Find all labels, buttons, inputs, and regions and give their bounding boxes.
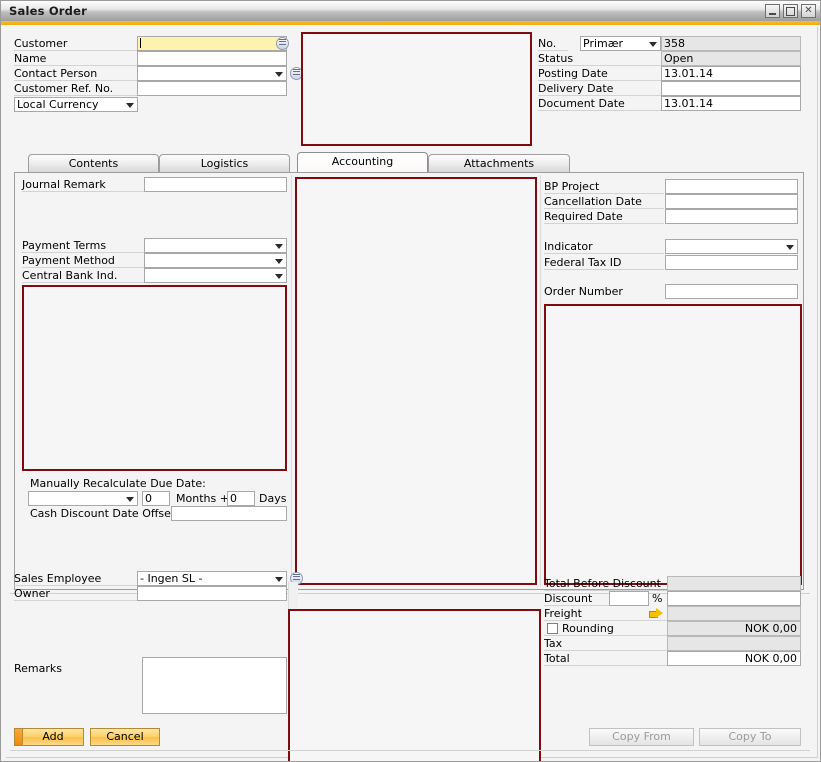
sales-order-window: Sales Order ✕ Customer Name Contact Pers… — [0, 0, 821, 762]
cancellation-date-input[interactable] — [665, 194, 798, 209]
name-input[interactable] — [137, 51, 287, 66]
customer-ref-no-input[interactable] — [137, 81, 287, 96]
label-status: Status — [538, 51, 661, 66]
label-indicator: Indicator — [544, 239, 664, 254]
label-days: Days — [259, 492, 287, 505]
indicator-combo[interactable] — [665, 239, 798, 254]
payment-terms-combo[interactable] — [144, 238, 287, 253]
accounting-left-content-region — [22, 285, 287, 471]
recalculate-days-input[interactable]: 0 — [227, 491, 255, 506]
window-title: Sales Order — [9, 4, 87, 18]
document-no-value: 358 — [661, 36, 801, 51]
label-months: Months + — [176, 492, 229, 505]
local-currency-combo[interactable]: Local Currency — [14, 97, 138, 112]
tab-strip: Contents Logistics Accounting Attachment… — [14, 152, 804, 172]
add-button[interactable]: Add — [14, 728, 84, 746]
label-customer: Customer — [14, 36, 139, 51]
label-total: Total — [544, 651, 667, 666]
tab-attachments[interactable]: Attachments — [428, 154, 570, 172]
label-rounding: Rounding — [562, 622, 614, 635]
payment-method-combo[interactable] — [144, 253, 287, 268]
tab-logistics[interactable]: Logistics — [159, 154, 290, 172]
label-discount: Discount — [544, 591, 609, 606]
required-date-input[interactable] — [665, 209, 798, 224]
owner-input[interactable] — [137, 586, 287, 601]
customer-link-icon[interactable] — [276, 37, 289, 50]
label-central-bank-ind: Central Bank Ind. — [22, 268, 145, 283]
cash-discount-offset-input[interactable] — [171, 506, 287, 521]
footer-center-content-region — [288, 609, 541, 761]
freight-drilldown-arrow-icon[interactable] — [649, 608, 663, 619]
label-owner: Owner — [14, 586, 137, 601]
tax-value — [667, 636, 801, 651]
label-delivery-date: Delivery Date — [538, 81, 661, 96]
label-remarks: Remarks — [14, 662, 62, 675]
panel-divider-right — [540, 175, 541, 587]
panel-divider-left — [291, 175, 292, 587]
label-payment-method: Payment Method — [22, 253, 145, 268]
label-discount-percent-sign: % — [652, 592, 663, 605]
form-inner: Customer Name Contact Person Customer Re… — [6, 27, 818, 761]
label-cash-discount-offset: Cash Discount Date Offset: — [30, 507, 179, 520]
cancel-button[interactable]: Cancel — [90, 728, 160, 746]
numbering-series-combo[interactable]: Primær — [580, 36, 661, 51]
contact-person-combo[interactable] — [137, 66, 287, 81]
label-required-date: Required Date — [544, 209, 664, 224]
label-payment-terms: Payment Terms — [22, 238, 145, 253]
label-order-number: Order Number — [544, 285, 623, 298]
tab-contents[interactable]: Contents — [28, 154, 159, 172]
label-no: No. — [538, 36, 568, 51]
accounting-right-content-region — [544, 304, 802, 585]
bottom-divider — [10, 750, 810, 751]
copy-from-button[interactable]: Copy From — [589, 728, 694, 746]
accounting-center-content-region — [295, 177, 537, 585]
tab-accounting[interactable]: Accounting — [297, 152, 428, 172]
maximize-icon[interactable] — [783, 4, 798, 18]
close-icon[interactable]: ✕ — [801, 4, 816, 18]
delivery-date-input[interactable] — [661, 81, 801, 96]
freight-value — [667, 606, 801, 621]
total-before-discount-value — [667, 576, 801, 591]
label-customer-ref-no: Customer Ref. No. — [14, 81, 139, 96]
total-value: NOK 0,00 — [667, 651, 801, 666]
label-cancellation-date: Cancellation Date — [544, 194, 664, 209]
rounding-checkbox[interactable] — [547, 623, 558, 634]
header-content-region — [301, 32, 532, 146]
rounding-value: NOK 0,00 — [667, 621, 801, 636]
label-contact-person: Contact Person — [14, 66, 139, 81]
federal-tax-id-input[interactable] — [665, 255, 798, 270]
minimize-icon[interactable] — [765, 4, 780, 18]
window-titlebar[interactable]: Sales Order ✕ — [1, 1, 820, 21]
document-date-input[interactable]: 13.01.14 — [661, 96, 801, 111]
label-federal-tax-id: Federal Tax ID — [544, 255, 664, 270]
label-journal-remark: Journal Remark — [22, 177, 145, 192]
label-recalculate-due-date: Manually Recalculate Due Date: — [30, 477, 206, 490]
discount-amount-value[interactable] — [667, 591, 801, 606]
label-posting-date: Posting Date — [538, 66, 661, 81]
label-total-before-discount: Total Before Discount — [544, 576, 667, 591]
posting-date-input[interactable]: 13.01.14 — [661, 66, 801, 81]
recalculate-months-input[interactable]: 0 — [142, 491, 170, 506]
central-bank-ind-combo[interactable] — [144, 268, 287, 283]
copy-to-button[interactable]: Copy To — [699, 728, 801, 746]
discount-percent-input[interactable] — [609, 591, 649, 606]
label-document-date: Document Date — [538, 96, 661, 111]
bp-project-input[interactable] — [665, 179, 798, 194]
form-canvas: Customer Name Contact Person Customer Re… — [1, 25, 820, 761]
remarks-textarea[interactable] — [142, 657, 287, 714]
label-sales-employee: Sales Employee — [14, 571, 137, 586]
label-tax: Tax — [544, 636, 667, 651]
label-name: Name — [14, 51, 139, 66]
status-value: Open — [661, 51, 801, 66]
window-controls: ✕ — [765, 4, 816, 18]
customer-input[interactable] — [137, 36, 287, 51]
sales-employee-combo[interactable]: - Ingen SL - — [137, 571, 287, 586]
journal-remark-input[interactable] — [144, 177, 287, 192]
recalculate-base-combo[interactable] — [28, 491, 138, 506]
label-bp-project: BP Project — [544, 179, 664, 194]
order-number-input[interactable] — [665, 284, 798, 299]
